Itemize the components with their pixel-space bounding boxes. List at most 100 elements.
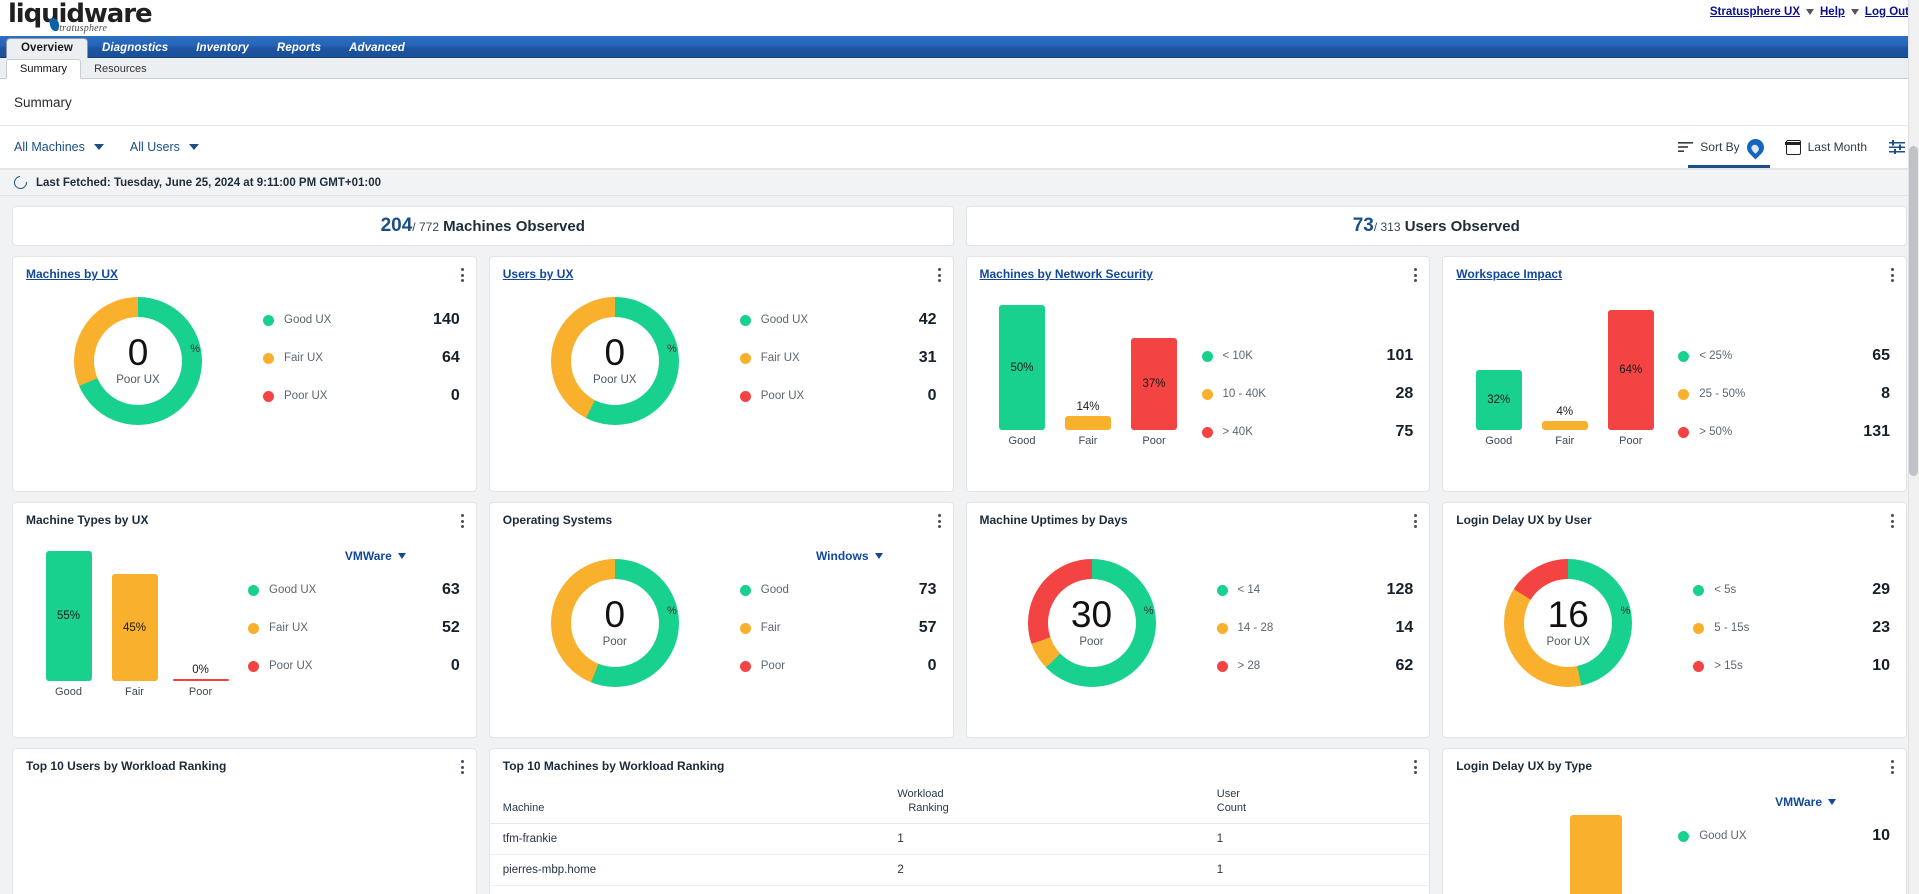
bar-poor: 37%: [1131, 338, 1177, 430]
legend-login-delay-by-type: VMWare Good UX 10: [1678, 783, 1906, 855]
nav-tab-advanced[interactable]: Advanced: [335, 39, 419, 58]
users-observed-card: 73/ 313 Users Observed: [965, 206, 1907, 246]
legend-value: 65: [1872, 347, 1890, 364]
legend-item: < 25% 65: [1678, 337, 1890, 375]
legend-dot-good: [1216, 584, 1228, 596]
card-title-users-by-ux[interactable]: Users by UX: [490, 257, 574, 281]
legend-label: < 5s: [1714, 584, 1737, 596]
card-menu-button[interactable]: [460, 514, 464, 531]
card-menu-button[interactable]: [460, 760, 464, 777]
logo[interactable]: liquidware Stratusphere: [8, 1, 153, 34]
sort-by-control[interactable]: Sort By: [1678, 134, 1768, 160]
scrollbar-thumb[interactable]: [1909, 146, 1918, 476]
card-menu-button[interactable]: [1891, 514, 1894, 531]
nav-tab-diagnostics[interactable]: Diagnostics: [88, 39, 182, 58]
chevron-down-icon[interactable]: [1850, 9, 1859, 15]
bar-label: Poor: [1619, 435, 1643, 447]
bar-label: Fair: [1078, 435, 1098, 447]
legend-value: 29: [1872, 581, 1890, 598]
users-observed-value: 73: [1352, 215, 1374, 236]
table-row[interactable]: pierres-mbp.home 2 1: [489, 854, 1430, 886]
column-header-machine[interactable]: Machine: [489, 783, 885, 824]
legend-dot-fair: [248, 622, 259, 634]
legend-machines-by-network-security: < 10K 101 10 - 40K 28 > 40K 75: [1201, 291, 1430, 451]
legend-item: > 15s 10: [1693, 647, 1890, 685]
legend-label: 10 - 40K: [1222, 388, 1266, 400]
legend-item: Good 73: [739, 571, 937, 609]
chevron-down-icon: [874, 553, 883, 559]
card-menu-button[interactable]: [937, 514, 941, 531]
donut-center: 0 Poor UX: [570, 317, 659, 405]
observed-summary-row: 204/ 772 Machines Observed 73/ 313 Users…: [12, 206, 1907, 246]
legend-dot-good: [1678, 350, 1690, 362]
donut-chart-users-by-ux: 0 Poor UX %: [490, 291, 740, 425]
donut-center-unit: %: [1620, 605, 1631, 617]
legend-label: 25 - 50%: [1699, 388, 1746, 400]
legend-value: 0: [927, 657, 937, 674]
nav-tab-reports[interactable]: Reports: [263, 39, 335, 58]
top10-machines-table: Machine Workload Ranking User Count tfm-…: [489, 783, 1430, 886]
legend-value: 23: [1872, 619, 1890, 636]
donut-center-label: Poor UX: [1546, 636, 1590, 648]
user-filter-dropdown[interactable]: All Users: [130, 140, 199, 154]
legend-dot-poor: [263, 390, 274, 402]
legend-item: < 14 128: [1216, 571, 1414, 609]
legend-value: 10: [1872, 657, 1890, 674]
card-menu-button[interactable]: [937, 268, 941, 285]
legend-label: Good: [760, 584, 789, 596]
os-selector[interactable]: Windows: [816, 549, 883, 563]
dashboard-settings-button[interactable]: [1889, 140, 1905, 154]
legend-label: < 10K: [1222, 350, 1253, 362]
card-title-workspace-impact[interactable]: Workspace Impact: [1443, 257, 1562, 281]
nav-tab-overview[interactable]: Overview: [6, 38, 88, 58]
sub-tab-resources[interactable]: Resources: [81, 60, 160, 78]
machine-filter-dropdown[interactable]: All Machines: [14, 140, 104, 154]
bar-good: 50%: [999, 305, 1045, 430]
nav-tab-inventory[interactable]: Inventory: [182, 39, 263, 58]
type-selector[interactable]: VMWare: [1775, 795, 1836, 809]
column-header-workload-ranking[interactable]: Workload Ranking: [884, 783, 1204, 824]
legend-label: Poor: [760, 660, 786, 672]
card-operating-systems: Operating Systems 0 Poor % Windows Good …: [488, 502, 954, 738]
chevron-down-icon[interactable]: [1806, 9, 1814, 15]
stratusphere-ux-link[interactable]: Stratusphere UX: [1710, 6, 1800, 18]
main-navigation: Overview Diagnostics Inventory Reports A…: [0, 36, 1919, 58]
card-title-machines-by-network-security[interactable]: Machines by Network Security: [967, 257, 1153, 281]
date-range-control[interactable]: Last Month: [1785, 139, 1867, 155]
machine-type-selector[interactable]: VMWare: [345, 549, 406, 563]
legend-label: Poor UX: [284, 390, 328, 402]
card-menu-button[interactable]: [1891, 760, 1894, 777]
legend-item: Good UX 63: [248, 571, 460, 609]
logout-link[interactable]: Log Out: [1865, 6, 1909, 18]
table-row[interactable]: tfm-frankie 1 1: [489, 823, 1430, 855]
donut-center-unit: %: [1143, 605, 1154, 617]
card-title-login-delay-ux-by-type: Login Delay UX by Type: [1456, 759, 1593, 773]
card-menu-button[interactable]: [1414, 268, 1418, 285]
card-title-machines-by-ux[interactable]: Machines by UX: [13, 257, 118, 281]
legend-value: 28: [1395, 385, 1414, 402]
vertical-scrollbar[interactable]: [1908, 0, 1919, 894]
legend-item: Poor 0: [739, 647, 937, 685]
card-menu-button[interactable]: [1414, 514, 1418, 531]
help-link[interactable]: Help: [1820, 6, 1845, 18]
bar-group: 4% Fair: [1541, 406, 1588, 447]
sub-tab-summary[interactable]: Summary: [6, 59, 82, 79]
legend-dot-good: [263, 314, 274, 326]
legend-label: Good UX: [269, 584, 317, 596]
card-menu-button[interactable]: [1891, 268, 1894, 285]
donut-center-value: 0: [127, 332, 149, 373]
donut-center: 16 Poor UX: [1524, 579, 1613, 667]
legend-value: 128: [1386, 581, 1414, 598]
refresh-icon[interactable]: [11, 173, 30, 192]
card-menu-button[interactable]: [460, 268, 464, 285]
droplet-icon[interactable]: [1743, 134, 1768, 160]
legend-value: 73: [918, 581, 937, 598]
page-container: Summary All Machines All Users Sort By L…: [0, 79, 1919, 894]
card-menu-button[interactable]: [1414, 760, 1418, 777]
machines-observed-label: Machines Observed: [443, 218, 585, 235]
column-header-user-count[interactable]: User Count: [1203, 783, 1430, 824]
os-selector-label: Windows: [815, 549, 869, 563]
legend-item: 5 - 15s 23: [1693, 609, 1890, 647]
legend-dot-fair: [1678, 388, 1690, 400]
bar-poor: 64%: [1607, 310, 1654, 430]
